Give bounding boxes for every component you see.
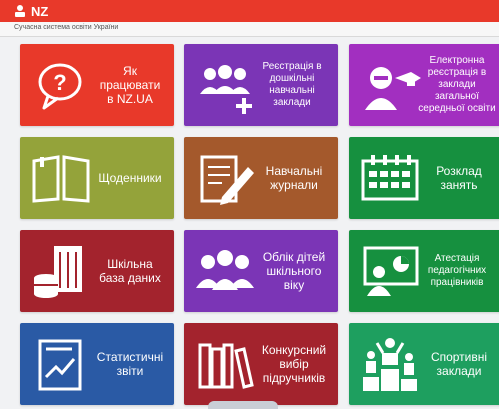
tile-grid: ? Як працювати в NZ.UA Реєстрація в дошк… [0, 0, 499, 407]
teacher-board-icon [363, 246, 419, 296]
tile-sports-facilities[interactable]: Спортивні заклади [349, 323, 499, 405]
tile-label: Конкурсний вибір підручників [261, 343, 327, 385]
tile-textbook-selection[interactable]: Конкурсний вибір підручників [184, 323, 338, 405]
tile-how-to-work[interactable]: ? Як працювати в NZ.UA [20, 44, 174, 126]
tile-label: Електронна реєстрація в заклади загально… [418, 55, 496, 114]
tile-class-journals[interactable]: Навчальні журнали [184, 137, 338, 219]
tile-diaries[interactable]: Щоденники [20, 137, 174, 219]
svg-text:?: ? [53, 70, 66, 95]
tile-statistical-reports[interactable]: Статистичні звіти [20, 323, 174, 405]
calendar-icon [361, 155, 419, 201]
tile-label: Шкільна база даних [99, 257, 161, 285]
graduate-icon [365, 67, 421, 110]
tile-label: Атестація педагогічних працівників [427, 253, 487, 288]
tile-label: Розклад занять [436, 164, 482, 192]
tile-label: Як працювати в NZ.UA [99, 64, 161, 106]
tile-label: Облік дітей шкільного віку [262, 250, 326, 292]
tile-label: Реєстрація в дошкільні навчальні заклади [262, 61, 322, 108]
tile-school-database[interactable]: Шкільна база даних [20, 230, 174, 312]
tile-teacher-attestation[interactable]: Атестація педагогічних працівників [349, 230, 499, 312]
tile-label: Щоденники [98, 171, 162, 185]
report-chart-icon [38, 339, 82, 391]
tile-school-registration[interactable]: Електронна реєстрація в заклади загально… [349, 44, 499, 126]
question-bubble-icon: ? [38, 63, 82, 110]
children-group-icon [196, 250, 254, 290]
tile-label: Навчальні журнали [265, 164, 323, 192]
tile-schedule[interactable]: Розклад занять [349, 137, 499, 219]
tile-children-registry[interactable]: Облік дітей шкільного віку [184, 230, 338, 312]
tile-label: Статистичні звіти [96, 350, 164, 378]
open-book-icon [32, 155, 90, 203]
podium-icon [363, 338, 417, 391]
database-icon [34, 246, 82, 298]
group-add-icon [200, 65, 252, 114]
scroll-indicator[interactable] [208, 401, 278, 409]
journal-pencil-icon [200, 155, 254, 205]
books-icon [198, 343, 254, 389]
tile-label: Спортивні заклади [430, 350, 488, 378]
tile-preschool-registration[interactable]: Реєстрація в дошкільні навчальні заклади [184, 44, 338, 126]
